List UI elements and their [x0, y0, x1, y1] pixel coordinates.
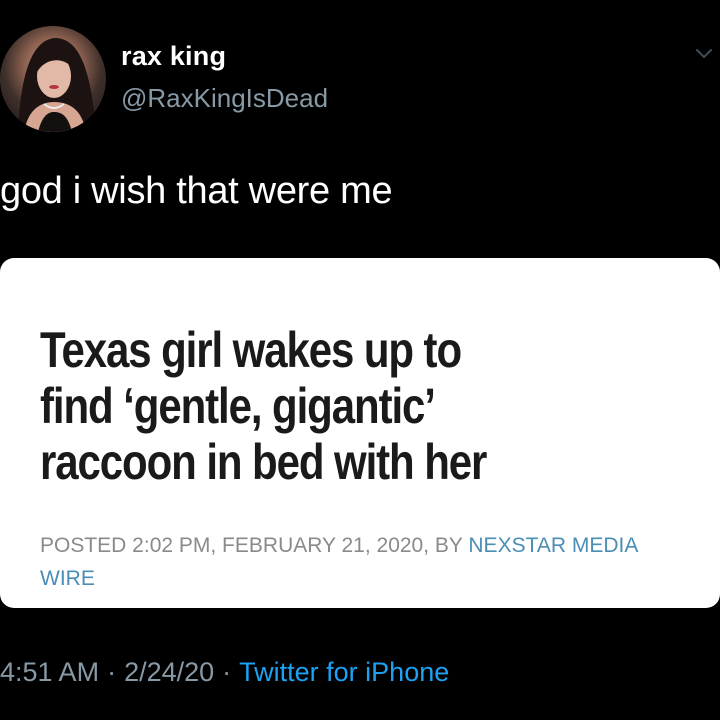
tweet-date: 2/24/20	[124, 657, 215, 687]
tweet-metadata: 4:51 AM · 2/24/20 · Twitter for iPhone	[0, 657, 449, 688]
article-headline[interactable]: Texas girl wakes up to find ‘gentle, gig…	[40, 322, 578, 490]
headline-line: find ‘gentle, gigantic’	[40, 378, 436, 434]
byline-prefix: POSTED 2:02 PM, FEBRUARY 21, 2020, BY	[40, 534, 463, 557]
profile-photo-icon	[18, 38, 96, 132]
avatar[interactable]	[0, 26, 106, 132]
headline-line: raccoon in bed with her	[40, 434, 487, 490]
tweet-source-link[interactable]: Twitter for iPhone	[239, 657, 449, 687]
article-byline: POSTED 2:02 PM, FEBRUARY 21, 2020, BY NE…	[40, 529, 660, 595]
headline-line: Texas girl wakes up to	[40, 322, 462, 378]
user-handle[interactable]: @RaxKingIsDead	[121, 83, 328, 114]
separator: ·	[107, 657, 117, 687]
separator: ·	[222, 657, 232, 687]
tweet-text: god i wish that were me	[0, 170, 393, 212]
display-name[interactable]: rax king	[121, 41, 226, 72]
tweet-time: 4:51 AM	[0, 657, 100, 687]
chevron-down-icon[interactable]	[694, 47, 714, 61]
